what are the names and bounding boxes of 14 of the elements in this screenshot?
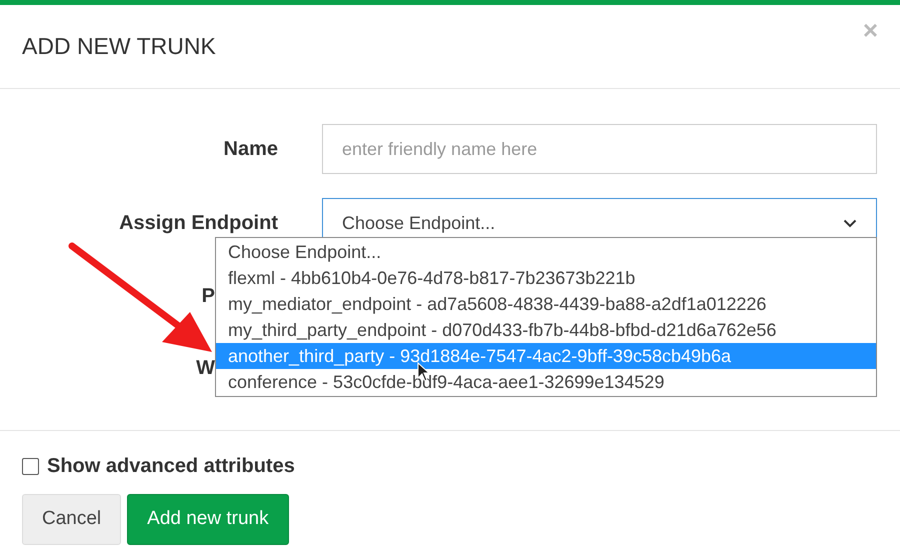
dropdown-option[interactable]: my_third_party_endpoint - d070d433-fb7b-44b8-bfbd-d21d6a762e56 [216, 317, 876, 343]
checkbox[interactable] [22, 458, 39, 474]
dropdown-option[interactable]: conference - 53c0cfde-bdf9-4aca-aee1-32699e134529 [216, 369, 876, 395]
dialog-title: ADD NEW TRUNK [22, 32, 216, 62]
field-label: Name [222, 137, 278, 162]
dropdown-option[interactable]: my_mediator_endpoint - ad7a5608-4838-4439-ba88-a2df1a012226 [216, 291, 876, 317]
dropdown-option[interactable]: flexml - 4bb610b4-0e76-4d78-b817-7b23673b221b [216, 265, 876, 291]
field-label: P [200, 286, 215, 306]
field-label: W [195, 358, 215, 378]
cancel-button[interactable]: Cancel [22, 494, 122, 545]
checkbox-label: Show advanced attributes [47, 454, 295, 479]
field-label: Assign Endpoint [118, 211, 278, 236]
name-input-field[interactable]: enter friendly name here [322, 124, 877, 174]
chevron-down-icon [843, 218, 857, 228]
